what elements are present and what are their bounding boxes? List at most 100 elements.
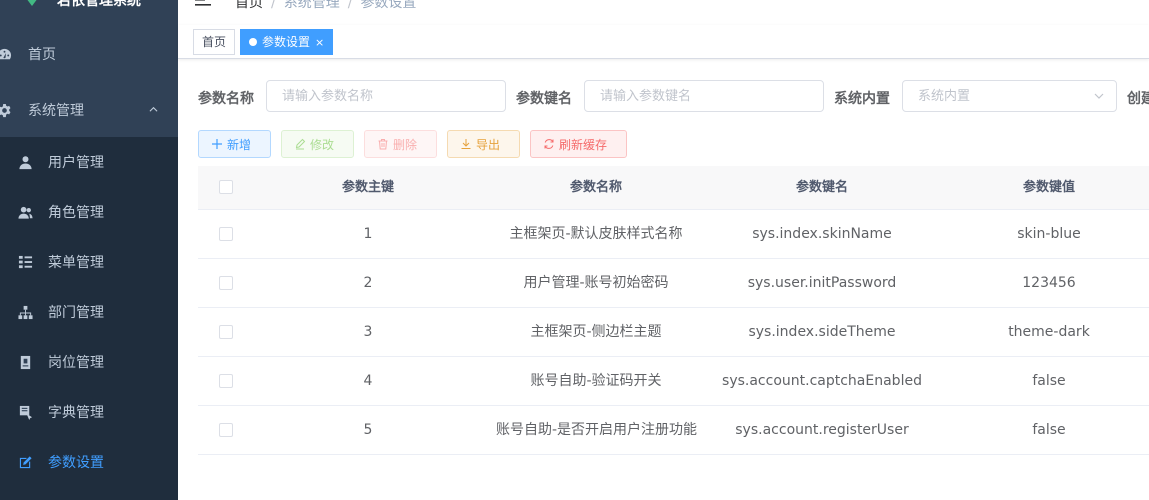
column-header-config-value: 参数键值	[1022, 180, 1075, 195]
add-button-label: 新增	[227, 137, 252, 152]
config-key-label: 参数键名	[516, 91, 572, 107]
peoples-icon	[17, 204, 33, 220]
row-checkbox[interactable]	[219, 325, 233, 339]
select-all-checkbox[interactable]	[219, 180, 233, 194]
cell-config-id: 4	[363, 373, 373, 389]
table-row[interactable]: 2 用户管理-账号初始密码 sys.user.initPassword 1234…	[198, 259, 1149, 308]
cell-config-id: 1	[363, 226, 373, 242]
navbar: 首页 / 系统管理 / 参数设置	[178, 0, 1149, 25]
add-button[interactable]: 新增	[198, 130, 271, 158]
config-type-label: 系统内置	[834, 91, 890, 107]
chevron-up-icon	[149, 106, 158, 112]
edit-button[interactable]: 修改	[281, 130, 354, 158]
row-checkbox[interactable]	[219, 227, 233, 241]
tags-view: 首页 参数设置 ×	[178, 25, 1149, 59]
logo[interactable]: 若依管理系统	[0, 0, 178, 12]
tree-table-icon	[17, 254, 33, 270]
row-checkbox[interactable]	[219, 276, 233, 290]
plus-icon	[212, 139, 222, 149]
config-name-input[interactable]	[266, 80, 506, 112]
edit-button-label: 修改	[310, 137, 335, 152]
refresh-icon	[544, 139, 554, 149]
delete-button-label: 删除	[393, 137, 418, 152]
column-header-config-name: 参数名称	[569, 180, 622, 195]
sidebar-item-posts[interactable]: 岗位管理	[0, 337, 178, 387]
hamburger-icon[interactable]	[195, 0, 211, 6]
cell-config-value: false	[1032, 373, 1066, 389]
tag-label: 首页	[202, 35, 227, 49]
cell-config-name: 主框架页-侧边栏主题	[530, 324, 662, 340]
active-dot-icon	[249, 37, 257, 46]
app-root: 若依管理系统 首页 系统管理 用户管理 角色管理 菜单管理 部门管理 岗位管理 …	[0, 0, 1149, 500]
sidebar-item-label: 用户管理	[48, 155, 104, 171]
row-checkbox[interactable]	[219, 423, 233, 437]
cell-config-id: 2	[363, 275, 373, 291]
export-button-label: 导出	[476, 137, 501, 152]
breadcrumb-current: 参数设置	[360, 0, 417, 11]
cell-config-name: 用户管理-账号初始密码	[523, 275, 669, 291]
sidebar-item-label: 首页	[28, 47, 56, 63]
sidebar: 若依管理系统 首页 系统管理 用户管理 角色管理 菜单管理 部门管理 岗位管理 …	[0, 0, 178, 500]
breadcrumb-home[interactable]: 首页	[235, 0, 263, 11]
cell-config-value: false	[1032, 422, 1066, 438]
sidebar-item-label: 参数设置	[48, 455, 104, 471]
sidebar-item-home[interactable]: 首页	[0, 29, 178, 79]
table-row[interactable]: 4 账号自助-验证码开关 sys.account.captchaEnabled …	[198, 357, 1149, 406]
dashboard-icon	[0, 46, 12, 62]
cell-config-value: 123456	[1022, 275, 1076, 291]
chevron-down-icon	[1094, 93, 1104, 99]
column-header-config-key: 参数键名	[795, 180, 848, 195]
sidebar-item-roles[interactable]: 角色管理	[0, 187, 178, 237]
sidebar-item-label: 菜单管理	[48, 255, 104, 271]
cell-config-name: 账号自助-验证码开关	[530, 373, 662, 389]
cell-config-key: sys.index.skinName	[752, 226, 892, 242]
breadcrumb-separator: /	[347, 0, 353, 11]
table-row[interactable]: 3 主框架页-侧边栏主题 sys.index.sideTheme theme-d…	[198, 308, 1149, 357]
edit-icon	[17, 454, 33, 470]
tag-home[interactable]: 首页	[193, 29, 236, 55]
edit-icon	[295, 138, 306, 150]
sidebar-item-label: 岗位管理	[48, 355, 104, 371]
refresh-cache-button-label: 刷新缓存	[559, 137, 608, 152]
sidebar-item-users[interactable]: 用户管理	[0, 137, 178, 187]
sidebar-item-label: 系统管理	[28, 103, 84, 119]
sidebar-item-menus[interactable]: 菜单管理	[0, 237, 178, 287]
table-row[interactable]: 1 主框架页-默认皮肤样式名称 sys.index.skinName skin-…	[198, 210, 1149, 259]
tree-icon	[17, 304, 33, 320]
cell-config-key: sys.account.registerUser	[735, 422, 909, 438]
sidebar-item-label: 角色管理	[48, 205, 104, 221]
user-icon	[17, 154, 33, 170]
logo-icon	[27, 0, 37, 6]
cell-config-value: skin-blue	[1017, 226, 1081, 242]
sidebar-item-system[interactable]: 系统管理	[0, 85, 178, 135]
sidebar-item-config[interactable]: 参数设置	[0, 437, 178, 487]
post-icon	[17, 354, 33, 370]
breadcrumb: 首页 / 系统管理 / 参数设置	[235, 0, 416, 12]
config-type-select[interactable]	[902, 80, 1117, 112]
sidebar-item-depts[interactable]: 部门管理	[0, 287, 178, 337]
close-icon[interactable]: ×	[315, 36, 324, 49]
delete-button[interactable]: 删除	[364, 130, 437, 158]
row-checkbox[interactable]	[219, 374, 233, 388]
tag-config[interactable]: 参数设置 ×	[240, 29, 334, 55]
breadcrumb-separator: /	[271, 0, 276, 11]
cell-config-value: theme-dark	[1008, 324, 1090, 340]
sidebar-item-dicts[interactable]: 字典管理	[0, 387, 178, 437]
cell-config-id: 5	[363, 422, 373, 438]
cell-config-key: sys.index.sideTheme	[748, 324, 896, 340]
export-button[interactable]: 导出	[447, 130, 520, 158]
refresh-cache-button[interactable]: 刷新缓存	[530, 130, 627, 158]
cell-config-id: 3	[363, 324, 373, 340]
column-header-config-id: 参数主键	[341, 180, 394, 195]
tag-label: 参数设置	[262, 35, 311, 49]
dict-icon	[17, 404, 33, 420]
table-row[interactable]: 5 账号自助-是否开启用户注册功能 sys.account.registerUs…	[198, 406, 1149, 455]
sidebar-item-label: 字典管理	[48, 405, 104, 421]
cell-config-name: 主框架页-默认皮肤样式名称	[509, 226, 683, 242]
download-icon	[461, 139, 471, 149]
app-title: 若依管理系统	[57, 0, 141, 9]
breadcrumb-system[interactable]: 系统管理	[284, 0, 340, 11]
delete-icon	[378, 139, 388, 150]
cell-config-name: 账号自助-是否开启用户注册功能	[496, 422, 698, 438]
config-key-input[interactable]	[584, 80, 824, 112]
